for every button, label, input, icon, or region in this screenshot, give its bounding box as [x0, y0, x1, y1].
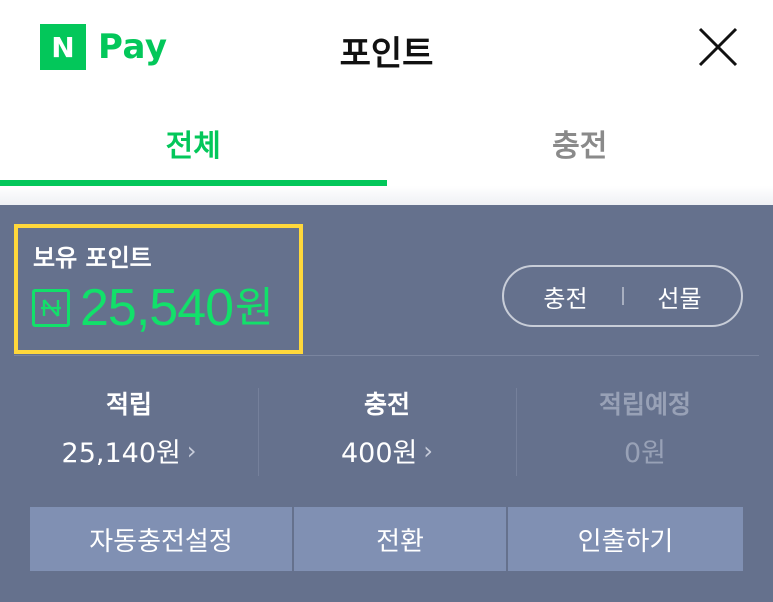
gift-button[interactable]: 선물 [630, 279, 730, 314]
balance-label: 보유 포인트 [33, 244, 152, 272]
n-coin-icon [32, 289, 70, 327]
stat-value: 25,140원 › [62, 431, 197, 470]
points-panel: 보유 포인트 25,540 원 충전 선물 적립 25,140원 › 충전 40… [0, 205, 773, 602]
stat-amount: 0원 [623, 438, 667, 469]
chevron-right-icon: › [186, 436, 197, 465]
stat-pending: 적립예정 0원 [516, 385, 773, 470]
tab-all[interactable]: 전체 [0, 95, 387, 186]
balance-unit: 원 [235, 283, 274, 332]
stat-label: 충전 [363, 390, 410, 419]
stat-value: 0원 [624, 431, 666, 470]
withdraw-button[interactable]: 인출하기 [508, 507, 743, 571]
stat-charged[interactable]: 충전 400원 › [258, 385, 516, 470]
action-buttons: 자동충전설정 전환 인출하기 [30, 507, 743, 571]
close-button[interactable] [697, 26, 739, 68]
tab-bar: 전체 충전 [0, 95, 773, 186]
balance-highlight: 보유 포인트 25,540 원 [14, 224, 303, 354]
charge-button[interactable]: 충전 [516, 279, 616, 314]
npay-points-screen: N Pay 포인트 전체 충전 보유 포인트 25,540 원 충전 선물 적립… [0, 0, 773, 602]
page-title: 포인트 [339, 34, 434, 74]
stat-value: 400원 › [341, 431, 433, 470]
tab-charge[interactable]: 충전 [387, 95, 773, 186]
stat-label: 적립 [105, 390, 152, 419]
pill-divider [621, 287, 624, 305]
stat-amount: 400원 [341, 438, 418, 469]
stats-row: 적립 25,140원 › 충전 400원 › 적립예정 0원 [0, 385, 773, 475]
panel-divider [14, 355, 759, 356]
auto-charge-settings-button[interactable]: 자동충전설정 [30, 507, 294, 571]
chevron-right-icon: › [423, 436, 433, 465]
balance-amount: 25,540 [80, 279, 234, 337]
stat-earned[interactable]: 적립 25,140원 › [0, 385, 258, 470]
charge-gift-pill: 충전 선물 [502, 265, 743, 327]
stat-separator [516, 388, 517, 476]
close-icon [698, 27, 738, 67]
convert-button[interactable]: 전환 [294, 507, 508, 571]
tab-shadow [0, 186, 773, 206]
stat-label: 적립예정 [598, 390, 691, 419]
stat-amount: 25,140원 [61, 438, 181, 469]
balance-row: 25,540 원 [32, 280, 274, 336]
stat-separator [258, 388, 259, 476]
header: N Pay 포인트 [0, 0, 773, 95]
